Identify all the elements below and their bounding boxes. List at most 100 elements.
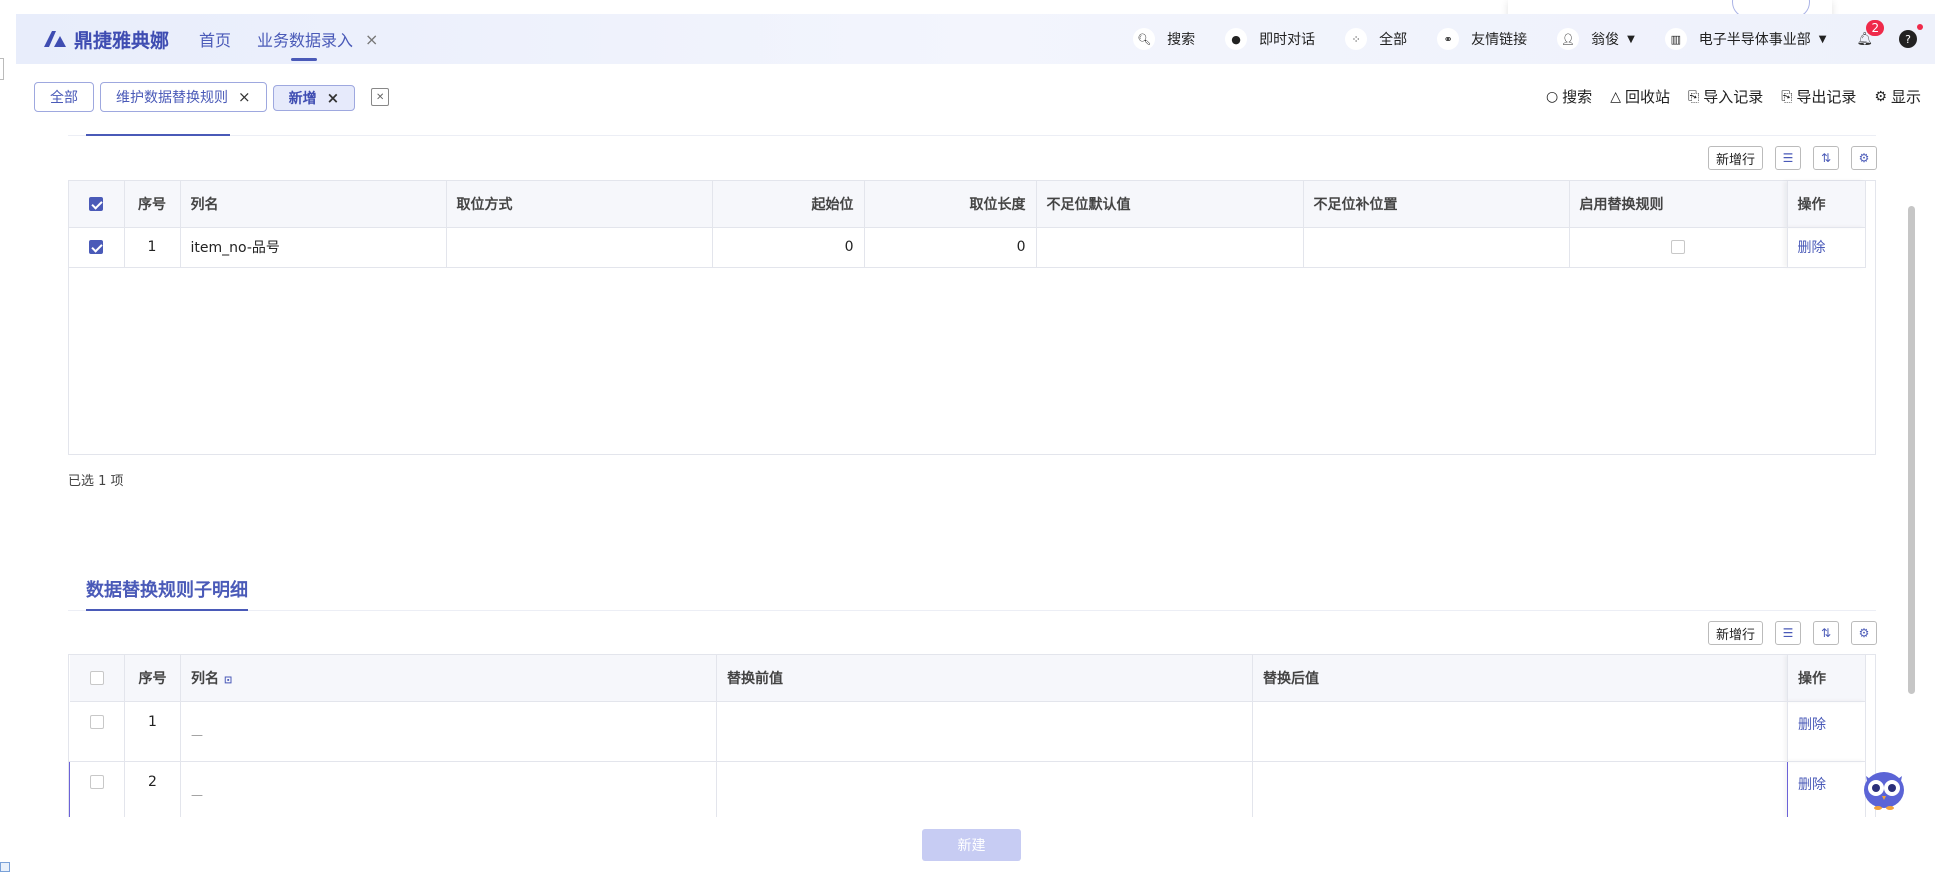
action-display-label: 显示 xyxy=(1890,88,1921,106)
help-button[interactable]: ? xyxy=(1899,24,1923,48)
header-search-label: 搜索 xyxy=(1167,32,1196,48)
help-dot xyxy=(1917,24,1923,30)
grid1-add-row-button[interactable]: 新增行 xyxy=(1707,146,1763,170)
cell-op: 删除 xyxy=(1787,227,1866,268)
side-panel-handle[interactable] xyxy=(0,58,4,80)
section-underline xyxy=(86,134,230,136)
cell-column-name[interactable]: — xyxy=(180,701,717,762)
page-actions: ○ 搜索 △ 回收站 ⎘ 导入记录 ⎘ 导出记录 ⚙ 显示 xyxy=(1528,86,1921,107)
cell-mode[interactable] xyxy=(446,227,713,268)
gear-icon[interactable]: ⚙ xyxy=(1851,621,1877,645)
grid2-header-row: 序号 列名 ⊡ 替换前值 替换后值 操作 xyxy=(69,655,1866,702)
header-org-button[interactable]: ▥ 电子半导体事业部 ▼ xyxy=(1664,28,1826,50)
grid2-add-row-button[interactable]: 新增行 xyxy=(1707,621,1763,645)
corner-indicator xyxy=(0,862,10,872)
col-header: 操作 xyxy=(1787,655,1866,702)
cell-after[interactable] xyxy=(1252,760,1788,817)
sort-icon[interactable]: ☰ xyxy=(1775,146,1801,170)
cell-column-name[interactable]: item_no-品号 xyxy=(180,227,447,268)
table-row[interactable]: 2 — 删除 xyxy=(69,760,1866,817)
tab-new[interactable]: 新增 × xyxy=(272,85,356,111)
selected-count: 已选 1 项 xyxy=(68,474,124,489)
vertical-scrollbar[interactable] xyxy=(1908,206,1915,694)
action-import-label: 导入记录 xyxy=(1703,88,1764,106)
display-icon: ⚙ xyxy=(1874,88,1887,105)
search-icon: ○ xyxy=(1545,88,1559,105)
filter-icon[interactable]: ⇅ xyxy=(1813,621,1839,645)
checkbox[interactable] xyxy=(89,670,104,685)
col-header: 序号 xyxy=(124,655,181,702)
top-header: 鼎捷雅典娜 首页 业务数据录入 × 🔍︎ 搜索 ● 即时对话 ⁘ 全部 ⚭ 友情… xyxy=(16,14,1935,64)
action-export-records[interactable]: ⎘ 导出记录 xyxy=(1781,86,1856,107)
header-links-label: 友情链接 xyxy=(1471,32,1528,48)
grid1: 序号 列名 取位方式 起始位 取位长度 不足位默认值 不足位补位置 启用替换规则… xyxy=(68,180,1876,455)
header-chat-label: 即时对话 xyxy=(1259,32,1316,48)
header-user-button[interactable]: 👤︎ 翁俊 ▼ xyxy=(1557,28,1635,50)
action-search[interactable]: ○ 搜索 xyxy=(1546,86,1592,107)
delete-link[interactable]: 删除 xyxy=(1798,717,1826,733)
cell-start[interactable]: 0 xyxy=(712,227,865,268)
delete-link[interactable]: 删除 xyxy=(1798,240,1826,256)
link-icon: ⚭ xyxy=(1437,28,1460,50)
checkbox[interactable] xyxy=(89,196,104,211)
header-links-button[interactable]: ⚭ 友情链接 xyxy=(1437,28,1527,50)
close-all-tabs-icon[interactable]: ✕ xyxy=(371,88,390,106)
table-row[interactable]: 1 — 删除 xyxy=(69,701,1866,762)
header-org-label: 电子半导体事业部 xyxy=(1698,32,1811,48)
create-button[interactable]: 新建 xyxy=(922,829,1021,861)
cell-default[interactable] xyxy=(1036,227,1304,268)
filter-icon[interactable]: ⇅ xyxy=(1813,146,1839,170)
cell-enable-rule[interactable] xyxy=(1569,227,1788,268)
grid1-header-row: 序号 列名 取位方式 起始位 取位长度 不足位默认值 不足位补位置 启用替换规则… xyxy=(69,181,1866,228)
row-select[interactable] xyxy=(69,701,125,762)
search-icon: 🔍︎ xyxy=(1133,28,1156,50)
action-display[interactable]: ⚙ 显示 xyxy=(1874,86,1921,107)
notification-button[interactable]: 🔔︎ 2 xyxy=(1856,19,1885,47)
nav-close-icon[interactable]: × xyxy=(365,30,378,49)
tab-new-label: 新增 xyxy=(288,91,317,107)
nav-data-entry[interactable]: 业务数据录入 xyxy=(257,27,353,61)
cell-pad[interactable] xyxy=(1303,227,1570,268)
action-recycle[interactable]: △ 回收站 xyxy=(1610,86,1670,107)
cell-before[interactable] xyxy=(716,760,1253,817)
close-icon[interactable]: × xyxy=(238,88,251,106)
close-icon[interactable]: × xyxy=(327,89,340,107)
grid1-select-all[interactable] xyxy=(69,181,125,228)
header-search-button[interactable]: 🔍︎ 搜索 xyxy=(1133,28,1195,50)
tab-maintain-rules-label: 维护数据替换规则 xyxy=(116,90,228,106)
cell-column-name[interactable]: — xyxy=(180,760,717,817)
row-select[interactable] xyxy=(69,760,125,817)
brand-logo[interactable]: 鼎捷雅典娜 xyxy=(42,26,169,53)
col-header: 启用替换规则 xyxy=(1569,181,1788,228)
delete-link[interactable]: 删除 xyxy=(1798,777,1826,793)
cell-before[interactable] xyxy=(716,701,1253,762)
checkbox[interactable] xyxy=(90,774,104,789)
sort-icon[interactable]: ☰ xyxy=(1775,621,1801,645)
nav-home[interactable]: 首页 xyxy=(199,27,231,51)
brand-logo-icon xyxy=(44,31,66,47)
checkbox[interactable] xyxy=(1671,240,1685,254)
gear-icon[interactable]: ⚙ xyxy=(1851,146,1877,170)
row-select[interactable] xyxy=(69,227,125,268)
header-all-button[interactable]: ⁘ 全部 xyxy=(1345,28,1407,50)
checkbox[interactable] xyxy=(89,240,104,254)
cell-length[interactable]: 0 xyxy=(864,227,1037,268)
grid2: 序号 列名 ⊡ 替换前值 替换后值 操作 1 — 删除 2 — 删除 xyxy=(68,654,1876,817)
table-row[interactable]: 1 item_no-品号 0 0 删除 xyxy=(69,227,1866,268)
user-icon: 👤︎ xyxy=(1557,28,1580,50)
grid1-toolbar: 新增行 ☰ ⇅ ⚙ xyxy=(1696,146,1877,170)
chat-icon: ● xyxy=(1225,28,1248,50)
tab-all-label: 全部 xyxy=(50,90,78,106)
brand-name: 鼎捷雅典娜 xyxy=(74,29,170,52)
tab-all[interactable]: 全部 xyxy=(34,82,94,112)
import-icon: ⎘ xyxy=(1687,88,1700,105)
grid2-select-all[interactable] xyxy=(69,655,125,702)
grid2-toolbar: 新增行 ☰ ⇅ ⚙ xyxy=(1696,621,1877,645)
assistant-mascot-icon[interactable] xyxy=(1860,764,1908,812)
action-import-records[interactable]: ⎘ 导入记录 xyxy=(1688,86,1763,107)
tab-maintain-rules[interactable]: 维护数据替换规则 × xyxy=(100,82,267,112)
header-chat-button[interactable]: ● 即时对话 xyxy=(1225,28,1315,50)
checkbox[interactable] xyxy=(89,714,104,729)
edit-icon: ⊡ xyxy=(223,674,233,686)
cell-after[interactable] xyxy=(1252,701,1788,762)
